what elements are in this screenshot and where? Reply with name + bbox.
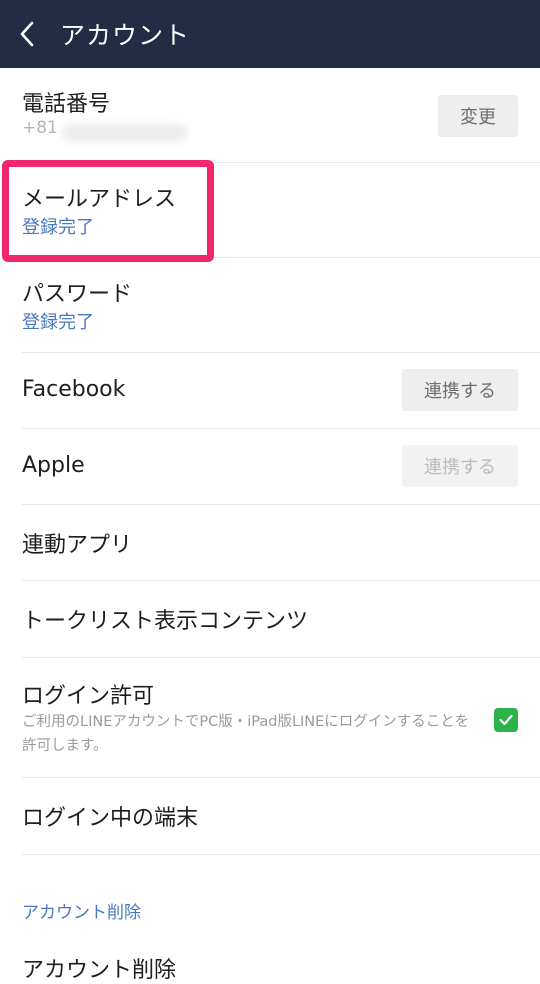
checkmark-icon [499,714,513,726]
phone-number-label: 電話番号 [22,92,111,117]
chevron-left-icon [20,21,34,47]
linked-apps-row[interactable]: 連動アプリ [22,505,540,581]
password-status: 登録完了 [22,312,94,333]
phone-number-row: 電話番号 +81 変更 [22,68,540,163]
login-permission-label: ログイン許可 [22,684,155,709]
app-header: アカウント [0,0,540,68]
linked-apps-label: 連動アプリ [22,533,133,558]
logged-in-devices-label: ログイン中の端末 [22,806,199,831]
login-permission-row: ログイン許可 ご利用のLINEアカウントでPC版・iPad版LINEにログインす… [22,658,540,778]
logged-in-devices-row[interactable]: ログイン中の端末 [22,778,540,855]
facebook-link-button[interactable]: 連携する [402,369,518,411]
login-permission-checkbox[interactable] [494,708,518,732]
password-row[interactable]: パスワード 登録完了 [22,258,540,353]
talk-list-content-label: トークリスト表示コンテンツ [22,609,309,634]
email-row[interactable]: メールアドレス 登録完了 [22,163,540,258]
talk-list-content-row[interactable]: トークリスト表示コンテンツ [22,581,540,658]
login-permission-description: ご利用のLINEアカウントでPC版・iPad版LINEにログインすることを許可し… [22,714,470,754]
back-button[interactable] [0,0,54,68]
email-status: 登録完了 [22,217,94,238]
apple-label: Apple [22,453,85,478]
delete-section-heading: アカウント削除 [22,903,141,923]
email-label: メールアドレス [22,187,177,212]
facebook-row: Facebook 連携する [22,353,540,429]
phone-number-value: +81 [22,118,222,148]
page-title: アカウント [60,21,191,50]
phone-number-redaction [62,124,187,142]
delete-account-item[interactable]: アカウント削除 [22,952,176,984]
password-label: パスワード [22,282,133,307]
apple-link-button[interactable]: 連携する [402,445,518,487]
change-phone-button[interactable]: 変更 [438,95,518,137]
apple-row: Apple 連携する [22,429,540,505]
facebook-label: Facebook [22,377,126,402]
